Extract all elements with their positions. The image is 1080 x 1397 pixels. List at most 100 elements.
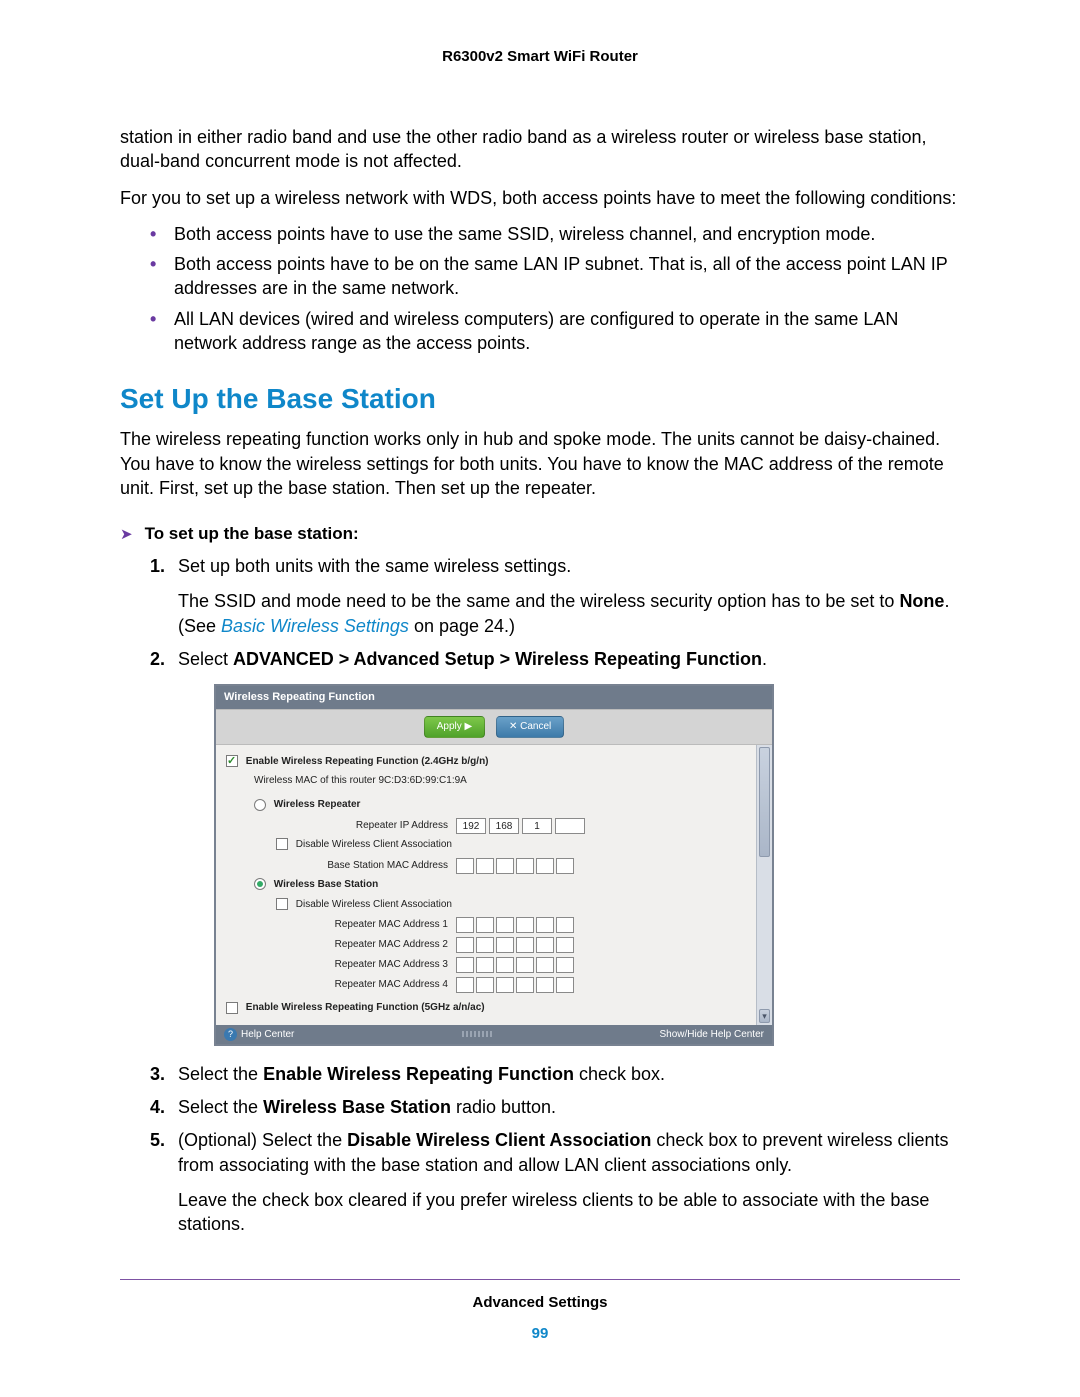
step-number: 4. — [150, 1095, 165, 1120]
doc-title: R6300v2 Smart WiFi Router — [120, 48, 960, 65]
arrow-icon: ➤ — [120, 525, 133, 543]
mac-box[interactable] — [536, 858, 554, 874]
scrollbar-thumb[interactable] — [759, 747, 770, 857]
step-number: 1. — [150, 554, 165, 579]
disable-assoc-checkbox[interactable] — [276, 838, 288, 850]
section-heading: Set Up the Base Station — [120, 383, 960, 415]
panel-footer: ? Help Center Show/Hide Help Center — [216, 1025, 772, 1045]
enable-5-label: Enable Wireless Repeating Function (5GHz… — [246, 1002, 485, 1013]
ip-octet-4[interactable] — [555, 818, 585, 834]
rep-mac3-row: Repeater MAC Address 3 — [276, 957, 762, 973]
mac-box[interactable] — [456, 957, 474, 973]
text: . — [762, 649, 767, 669]
text: The SSID and mode need to be the same an… — [178, 591, 899, 611]
enable-24-label: Enable Wireless Repeating Function (2.4G… — [246, 756, 489, 767]
enable-5-checkbox[interactable] — [226, 1002, 238, 1014]
ip-octet-3[interactable]: 1 — [522, 818, 552, 834]
panel-body: ▾ Enable Wireless Repeating Function (2.… — [216, 745, 772, 1025]
base-station-radio[interactable] — [254, 878, 266, 890]
mac-row: Wireless MAC of this router 9C:D3:6D:99:… — [254, 774, 762, 788]
ip-octet-2[interactable]: 168 — [489, 818, 519, 834]
enable-24-row: Enable Wireless Repeating Function (2.4G… — [226, 755, 762, 769]
rep-mac1-row: Repeater MAC Address 1 — [276, 917, 762, 933]
text: Select the — [178, 1064, 263, 1084]
step-number: 2. — [150, 647, 165, 672]
mac-box[interactable] — [496, 917, 514, 933]
mac-box[interactable] — [476, 937, 494, 953]
text: on page 24.) — [409, 616, 515, 636]
mac-box[interactable] — [516, 917, 534, 933]
repeater-ip-row: Repeater IP Address 192 168 1 — [276, 818, 762, 834]
mac-box[interactable] — [516, 957, 534, 973]
mac-box[interactable] — [456, 937, 474, 953]
wds-bullet: Both access points have to be on the sam… — [150, 252, 960, 301]
scroll-down-icon[interactable]: ▾ — [759, 1009, 770, 1023]
mac-box[interactable] — [496, 937, 514, 953]
mac-box[interactable] — [536, 917, 554, 933]
apply-button[interactable]: Apply ▶ — [424, 716, 485, 738]
showhide-help[interactable]: Show/Hide Help Center — [659, 1028, 764, 1042]
mac-box[interactable] — [516, 858, 534, 874]
menu-path: ADVANCED > Advanced Setup > Wireless Rep… — [233, 649, 762, 669]
step-5-follow: Leave the check box cleared if you prefe… — [178, 1188, 960, 1238]
mac-box[interactable] — [556, 937, 574, 953]
repeater-ip-label: Repeater IP Address — [276, 819, 456, 833]
mac-box[interactable] — [456, 977, 474, 993]
mac-box[interactable] — [536, 957, 554, 973]
help-label: Help Center — [241, 1029, 294, 1040]
repeater-label: Wireless Repeater — [274, 799, 361, 810]
mac-box[interactable] — [556, 858, 574, 874]
step-3: 3. Select the Enable Wireless Repeating … — [150, 1062, 960, 1087]
step-4: 4. Select the Wireless Base Station radi… — [150, 1095, 960, 1120]
help-icon: ? — [224, 1028, 237, 1041]
step-2: 2. Select ADVANCED > Advanced Setup > Wi… — [150, 647, 960, 1047]
mac-box[interactable] — [516, 977, 534, 993]
page-number: 99 — [120, 1325, 960, 1342]
panel-title: Wireless Repeating Function — [216, 686, 772, 709]
step-number: 5. — [150, 1128, 165, 1153]
text: check box. — [574, 1064, 665, 1084]
mac-box[interactable] — [496, 858, 514, 874]
disable-assoc-row-2: Disable Wireless Client Association — [276, 898, 762, 912]
mac-box[interactable] — [536, 937, 554, 953]
text: (Optional) Select the — [178, 1130, 347, 1150]
xref-link[interactable]: Basic Wireless Settings — [221, 616, 409, 636]
base-mac-row: Base Station MAC Address — [276, 858, 762, 874]
repeater-row: Wireless Repeater — [254, 798, 762, 812]
base-station-label: Wireless Base Station — [274, 879, 378, 890]
base-station-row: Wireless Base Station — [254, 878, 762, 892]
mac-box[interactable] — [456, 858, 474, 874]
rep-mac2-label: Repeater MAC Address 2 — [276, 938, 456, 952]
step-1: 1. Set up both units with the same wirel… — [150, 554, 960, 638]
disable-assoc-row-1: Disable Wireless Client Association — [276, 838, 762, 852]
mac-box[interactable] — [496, 977, 514, 993]
ip-octet-1[interactable]: 192 — [456, 818, 486, 834]
mac-box[interactable] — [556, 957, 574, 973]
mac-box[interactable] — [516, 937, 534, 953]
disable-assoc-checkbox-2[interactable] — [276, 898, 288, 910]
mac-box[interactable] — [476, 917, 494, 933]
text: Select — [178, 649, 233, 669]
repeater-radio[interactable] — [254, 799, 266, 811]
mac-box[interactable] — [536, 977, 554, 993]
text: radio button. — [451, 1097, 556, 1117]
mac-box[interactable] — [476, 977, 494, 993]
step-number: 3. — [150, 1062, 165, 1087]
procedure-lead: ➤ To set up the base station: — [120, 524, 960, 544]
footer-label: Advanced Settings — [120, 1294, 960, 1311]
base-mac-label: Base Station MAC Address — [276, 859, 456, 873]
cancel-button[interactable]: ✕ Cancel — [496, 716, 564, 738]
mac-box[interactable] — [476, 858, 494, 874]
step-text: Set up both units with the same wireless… — [178, 556, 571, 576]
rep-mac4-label: Repeater MAC Address 4 — [276, 978, 456, 992]
help-center[interactable]: ? Help Center — [224, 1028, 294, 1042]
mac-box[interactable] — [556, 917, 574, 933]
footer-rule — [120, 1279, 960, 1280]
mac-box[interactable] — [556, 977, 574, 993]
scrollbar[interactable]: ▾ — [756, 745, 772, 1025]
mac-box[interactable] — [476, 957, 494, 973]
mac-box[interactable] — [456, 917, 474, 933]
enable-24-checkbox[interactable] — [226, 755, 238, 767]
mac-box[interactable] — [496, 957, 514, 973]
wds-bullet: Both access points have to use the same … — [150, 222, 960, 246]
